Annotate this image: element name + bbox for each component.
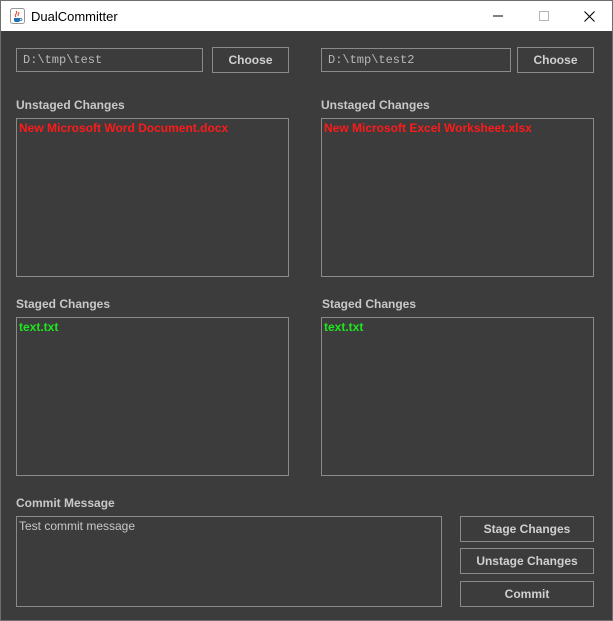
- right-unstaged-list[interactable]: New Microsoft Excel Worksheet.xlsx: [321, 118, 594, 277]
- list-item[interactable]: text.txt: [324, 320, 591, 335]
- close-icon: [583, 10, 595, 22]
- minimize-icon: [493, 15, 503, 17]
- java-cup-icon: [10, 8, 25, 24]
- unstage-changes-button[interactable]: Unstage Changes: [460, 548, 594, 574]
- list-item[interactable]: New Microsoft Word Document.docx: [19, 121, 286, 136]
- minimize-button[interactable]: [475, 1, 521, 31]
- right-staged-list[interactable]: text.txt: [321, 317, 594, 476]
- title-bar[interactable]: DualCommitter: [1, 1, 612, 31]
- commit-button[interactable]: Commit: [460, 581, 594, 607]
- right-choose-button[interactable]: Choose: [517, 47, 594, 73]
- right-path-field[interactable]: D:\tmp\test2: [321, 48, 511, 72]
- right-unstaged-label: Unstaged Changes: [321, 98, 430, 112]
- window-title: DualCommitter: [31, 9, 118, 24]
- commit-message-label: Commit Message: [16, 496, 115, 510]
- list-item[interactable]: New Microsoft Excel Worksheet.xlsx: [324, 121, 591, 136]
- maximize-button[interactable]: [521, 1, 567, 31]
- right-staged-label: Staged Changes: [322, 297, 417, 311]
- left-unstaged-list[interactable]: New Microsoft Word Document.docx: [16, 118, 289, 277]
- stage-changes-button[interactable]: Stage Changes: [460, 516, 594, 542]
- left-unstaged-label: Unstaged Changes: [16, 98, 125, 112]
- left-staged-list[interactable]: text.txt: [16, 317, 289, 476]
- left-choose-button[interactable]: Choose: [212, 47, 289, 73]
- left-staged-label: Staged Changes: [16, 297, 111, 311]
- left-path-field[interactable]: D:\tmp\test: [16, 48, 203, 72]
- list-item[interactable]: text.txt: [19, 320, 286, 335]
- close-button[interactable]: [566, 1, 612, 31]
- app-window: DualCommitter D:\tmp\test Choose Unstage…: [0, 0, 613, 621]
- commit-message-input[interactable]: Test commit message: [16, 516, 442, 607]
- maximize-icon: [539, 11, 549, 21]
